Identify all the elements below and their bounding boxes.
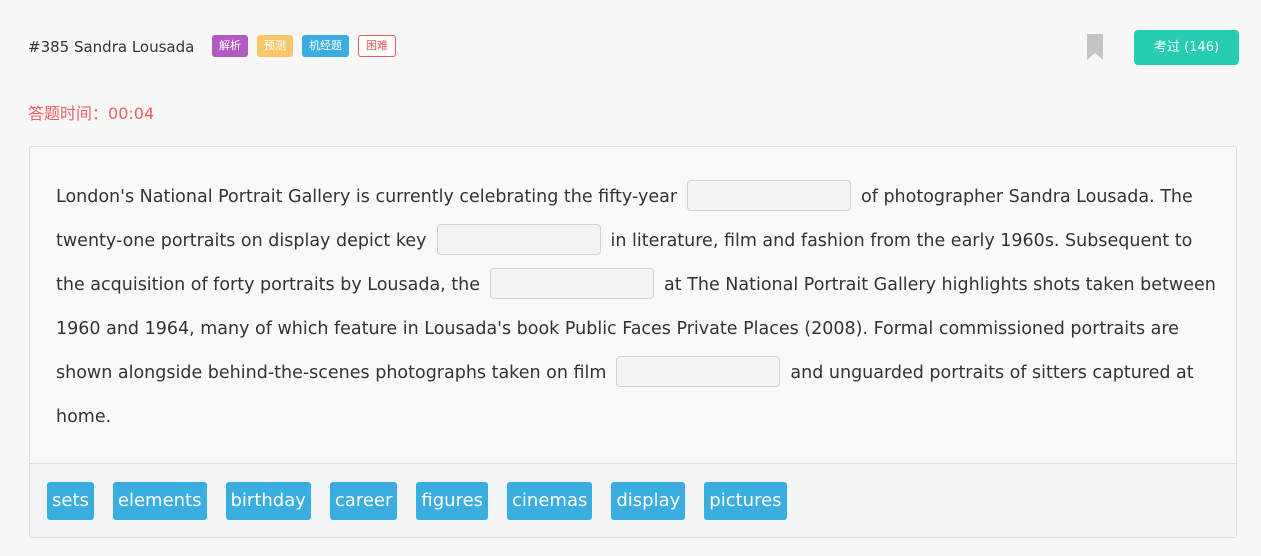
- tag-analysis[interactable]: 解析: [212, 35, 248, 57]
- done-count-button[interactable]: 考过 (146): [1134, 30, 1239, 65]
- word-options: sets elements birthday career figures ci…: [30, 463, 1236, 537]
- option-word[interactable]: figures: [416, 481, 489, 520]
- bookmark-icon[interactable]: [1087, 34, 1103, 60]
- blank-slot-4[interactable]: [616, 355, 781, 387]
- option-word[interactable]: sets: [47, 481, 94, 520]
- option-word[interactable]: career: [329, 481, 398, 520]
- passage-segment: London's National Portrait Gallery is cu…: [56, 187, 678, 207]
- tag-list: 解析 预测 机经题 困难: [212, 35, 396, 57]
- timer-value: 00:04: [108, 104, 155, 123]
- answer-timer: 答题时间：00:04: [28, 100, 154, 124]
- option-word[interactable]: cinemas: [507, 481, 593, 520]
- question-title: #385 Sandra Lousada: [28, 38, 195, 56]
- tag-predict: 预测: [257, 35, 293, 57]
- timer-label: 答题时间：: [28, 104, 109, 123]
- blank-slot-3[interactable]: [490, 267, 655, 299]
- question-header: #385 Sandra Lousada 解析 预测 机经题 困难 考过 (146…: [28, 30, 1239, 66]
- option-word[interactable]: pictures: [704, 481, 787, 520]
- passage-text: London's National Portrait Gallery is cu…: [56, 175, 1216, 439]
- option-word[interactable]: display: [611, 481, 686, 520]
- tag-difficulty: 困难: [358, 35, 396, 57]
- blank-slot-1[interactable]: [687, 179, 852, 211]
- option-word[interactable]: elements: [112, 481, 207, 520]
- blank-slot-2[interactable]: [436, 223, 601, 255]
- tag-machine-exam: 机经题: [302, 35, 349, 57]
- question-card: London's National Portrait Gallery is cu…: [29, 146, 1237, 538]
- option-word[interactable]: birthday: [225, 481, 311, 520]
